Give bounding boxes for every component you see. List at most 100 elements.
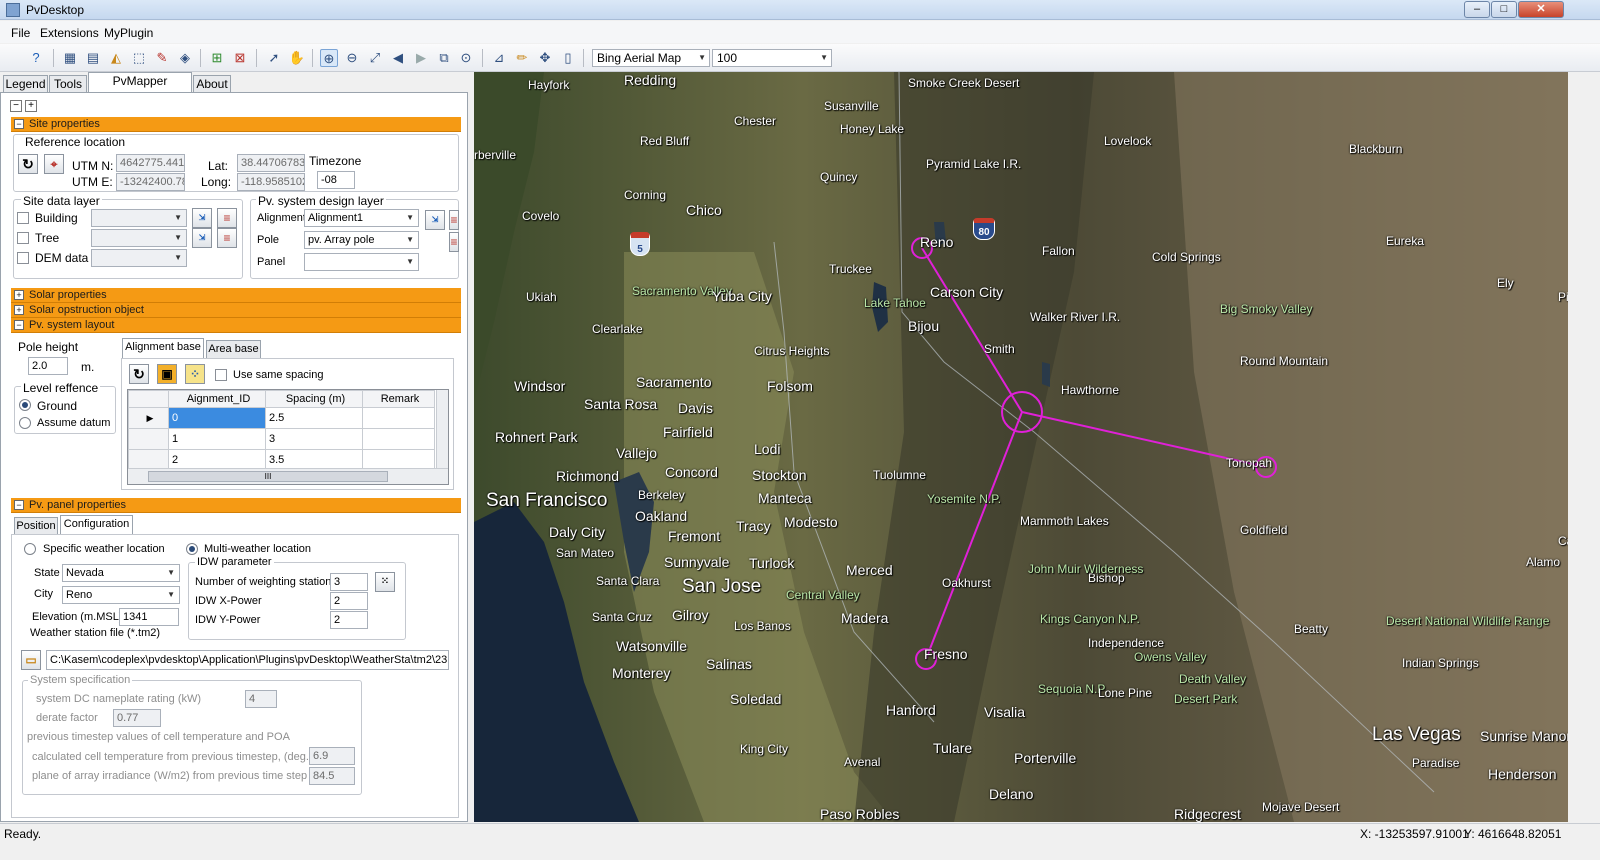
building-layer-dropdown[interactable]: ▼ <box>91 209 187 227</box>
tree-import-icon[interactable]: ⇲ <box>192 228 212 248</box>
opacity-dropdown[interactable]: 100 ▼ <box>712 49 832 67</box>
tab-tools[interactable]: Tools <box>49 75 87 93</box>
lat-field[interactable]: 38.44706783 <box>237 154 305 172</box>
triangle-icon[interactable]: ◭ <box>107 49 125 67</box>
panel-dropdown[interactable]: ▼ <box>304 253 419 271</box>
tab-alignment-base[interactable]: Alignment base <box>122 338 204 358</box>
minimize-button[interactable]: – <box>1464 1 1490 18</box>
table-cell[interactable]: 0 <box>168 407 266 429</box>
zoom-in-icon[interactable]: ⊕ <box>320 49 338 67</box>
site-properties-header[interactable]: − Site properties <box>11 117 461 132</box>
table-cell[interactable]: 1 <box>168 428 266 450</box>
menu-myplugin[interactable]: MyPlugin <box>104 26 153 40</box>
weather-file-field[interactable]: C:\Kasem\codeplex\pvdesktop\Application\… <box>46 650 449 670</box>
same-spacing-checkbox[interactable] <box>215 369 227 381</box>
grid-tool-icon[interactable]: ⁘ <box>185 364 205 384</box>
select-area-icon[interactable]: ⬚ <box>130 49 148 67</box>
poa-field[interactable]: 84.5 <box>309 767 355 785</box>
tab-configuration[interactable]: Configuration <box>60 515 133 535</box>
vertical-scrollbar[interactable] <box>436 390 448 468</box>
col-spacing[interactable]: Spacing (m) <box>265 390 363 408</box>
horizontal-scrollbar[interactable]: III <box>128 468 448 484</box>
alignment-remove-icon[interactable]: ≡ <box>449 210 459 230</box>
dc-rating-field[interactable]: 4 <box>245 690 277 708</box>
state-dropdown[interactable]: Nevada ▼ <box>62 564 180 582</box>
alignment-dropdown[interactable]: Alignment1 ▼ <box>304 209 419 227</box>
locate-icon[interactable]: ⌖ <box>44 154 64 174</box>
col-remark[interactable]: Remark <box>362 390 435 408</box>
utm-e-field[interactable]: -13242400.78 <box>116 173 185 191</box>
tab-legend[interactable]: Legend <box>3 75 48 93</box>
collapse-all-button[interactable]: − <box>10 100 22 112</box>
dem-layer-dropdown[interactable]: ▼ <box>91 249 187 267</box>
multi-weather-radio[interactable] <box>186 543 198 555</box>
y-power-field[interactable]: 2 <box>330 611 368 629</box>
utm-n-field[interactable]: 4642775.441 <box>116 154 185 172</box>
elevation-field[interactable]: 1341 <box>119 608 179 626</box>
pencil-icon[interactable]: ✏ <box>513 49 531 67</box>
tree-layer-dropdown[interactable]: ▼ <box>91 229 187 247</box>
close-button[interactable]: ✕ <box>1518 1 1564 18</box>
refresh-table-icon[interactable]: ↻ <box>129 364 149 384</box>
derate-field[interactable]: 0.77 <box>113 709 161 727</box>
long-field[interactable]: -118.9585102 <box>237 173 305 191</box>
pan-hand-icon[interactable]: ✋ <box>288 49 306 67</box>
pointer-icon[interactable]: ➚ <box>265 49 283 67</box>
cell-temp-field[interactable]: 6.9 <box>309 747 355 765</box>
zoom-extent-icon[interactable]: ⤢ <box>366 49 384 67</box>
edit-shape-icon[interactable]: ✎ <box>153 49 171 67</box>
solar-properties-header[interactable]: + Solar properties <box>11 288 461 303</box>
menu-extensions[interactable]: Extensions <box>40 26 99 40</box>
target-icon[interactable]: ⊙ <box>457 49 475 67</box>
tab-pvmapper[interactable]: PvMapper Desktop <box>88 72 192 104</box>
basemap-dropdown[interactable]: Bing Aerial Map ▼ <box>592 49 710 67</box>
table-row[interactable]: ▶ 0 2.5 <box>128 407 435 429</box>
tab-position[interactable]: Position <box>14 517 58 535</box>
table-cell[interactable]: 2.5 <box>265 407 363 429</box>
save-icon[interactable]: ▣ <box>157 364 177 384</box>
tree-remove-icon[interactable]: ≡ <box>217 228 237 248</box>
table-cell[interactable] <box>362 407 435 429</box>
tab-about[interactable]: About <box>193 75 231 93</box>
open-folder-icon[interactable]: ▭ <box>21 650 41 670</box>
map-view[interactable]: 5 80 Hayfork Redding Susanville Smoke Creek… <box>474 72 1568 822</box>
menu-file[interactable]: File <box>11 26 30 40</box>
ruler-icon[interactable]: ⊿ <box>490 49 508 67</box>
diamond-icon[interactable]: ◈ <box>176 49 194 67</box>
pv-system-layout-header[interactable]: − Pv. system layout <box>11 318 461 333</box>
help-icon[interactable]: ? <box>27 49 45 67</box>
refresh-icon[interactable]: ↻ <box>18 154 38 174</box>
timezone-field[interactable]: -08 <box>317 171 355 189</box>
dem-checkbox[interactable] <box>17 252 29 264</box>
scroll-thumb[interactable]: III <box>148 471 388 482</box>
station-picker-icon[interactable]: ⁙ <box>375 572 395 592</box>
assume-datum-radio[interactable] <box>19 417 31 429</box>
col-alignment-id[interactable]: Aignment_ID <box>168 390 266 408</box>
table-icon[interactable]: ▦ <box>61 49 79 67</box>
pole-dropdown[interactable]: pv. Array pole ▼ <box>304 231 419 249</box>
num-station-field[interactable]: 3 <box>330 573 368 591</box>
pv-panel-properties-header[interactable]: − Pv. panel properties <box>11 498 461 513</box>
add-layer-icon[interactable]: ⊞ <box>208 49 226 67</box>
zoom-out-icon[interactable]: ⊖ <box>343 49 361 67</box>
building-checkbox[interactable] <box>17 212 29 224</box>
layer-icon[interactable]: ▤ <box>84 49 102 67</box>
forward-icon[interactable]: ▶ <box>412 49 430 67</box>
building-remove-icon[interactable]: ≡ <box>217 208 237 228</box>
ground-radio[interactable] <box>19 399 31 411</box>
pole-height-field[interactable]: 2.0 <box>28 357 68 375</box>
specific-weather-radio[interactable] <box>24 543 36 555</box>
city-dropdown[interactable]: Reno ▼ <box>62 586 180 604</box>
table-cell[interactable] <box>362 428 435 450</box>
solar-obstruction-header[interactable]: + Solar opstruction object <box>11 303 461 318</box>
table-row[interactable]: 1 3 <box>128 428 435 450</box>
expand-all-button[interactable]: + <box>25 100 37 112</box>
alignment-import-icon[interactable]: ⇲ <box>425 210 445 230</box>
tab-area-base[interactable]: Area base <box>206 340 261 358</box>
table-cell[interactable]: 3 <box>265 428 363 450</box>
x-power-field[interactable]: 2 <box>330 592 368 610</box>
back-icon[interactable]: ◀ <box>389 49 407 67</box>
pole-remove-icon[interactable]: ≡ <box>449 232 459 252</box>
move-icon[interactable]: ✥ <box>536 49 554 67</box>
tree-checkbox[interactable] <box>17 232 29 244</box>
